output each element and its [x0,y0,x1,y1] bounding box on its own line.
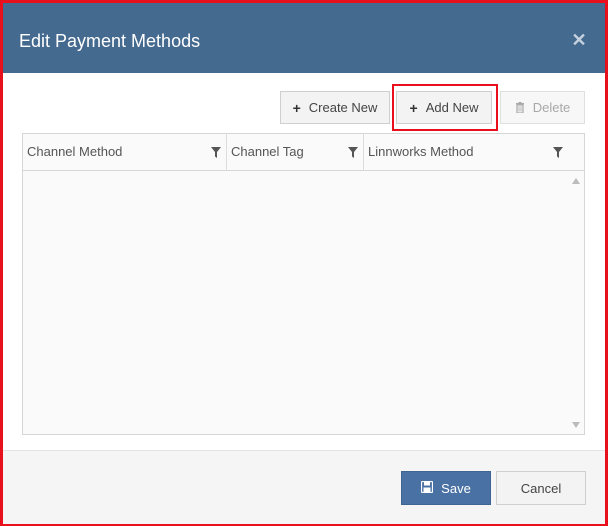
payment-methods-grid: Channel Method Channel Tag Linnworks Met… [22,133,585,435]
create-new-button[interactable]: + Create New [280,91,390,124]
plus-icon: + [409,99,418,116]
column-label: Channel Method [27,144,123,159]
cancel-button[interactable]: Cancel [496,471,586,505]
plus-icon: + [292,99,301,116]
column-channel-method[interactable]: Channel Method [23,134,227,170]
scroll-down-icon[interactable] [572,422,580,428]
column-channel-tag[interactable]: Channel Tag [227,134,364,170]
add-new-label: Add New [425,100,479,115]
cancel-label: Cancel [520,480,562,496]
dialog-header: Edit Payment Methods ✕ [3,3,605,73]
filter-icon[interactable] [211,147,221,158]
column-label: Linnworks Method [368,144,474,159]
filter-icon[interactable] [348,147,358,158]
close-icon[interactable]: ✕ [570,31,588,49]
dialog-title: Edit Payment Methods [19,31,201,51]
save-button[interactable]: Save [401,471,491,505]
dialog-body: + Create New + Add New Delete Channel Me… [3,73,605,450]
column-linnworks-method[interactable]: Linnworks Method [364,134,584,170]
column-label: Channel Tag [231,144,304,159]
delete-button[interactable]: Delete [500,91,585,124]
edit-payment-methods-dialog: Edit Payment Methods ✕ + Create New + Ad… [0,0,608,526]
save-icon [421,480,434,496]
create-new-label: Create New [308,100,378,115]
trash-icon [515,100,525,116]
grid-header: Channel Method Channel Tag Linnworks Met… [23,134,584,171]
delete-label: Delete [532,100,571,115]
scroll-up-icon[interactable] [572,178,580,184]
add-new-button[interactable]: + Add New [396,91,492,124]
filter-icon[interactable] [553,147,563,158]
dialog-footer: Save Cancel [3,450,605,524]
save-label: Save [441,480,471,496]
